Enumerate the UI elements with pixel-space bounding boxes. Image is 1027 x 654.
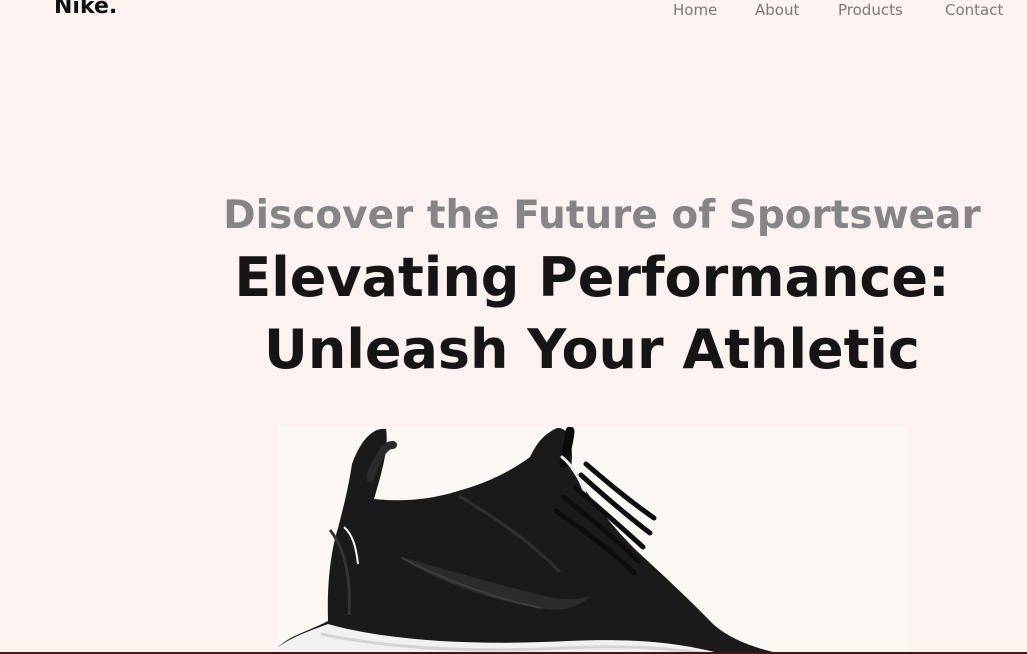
nav-link-about[interactable]: About	[755, 0, 799, 20]
hero-headline-line-2: Unleash Your Athletic	[264, 318, 920, 381]
hero-headline-line-1: Elevating Performance:	[234, 246, 950, 309]
hero-section: Discover the Future of Sportswear Elevat…	[150, 190, 1027, 386]
nav-link-home[interactable]: Home	[673, 0, 717, 20]
landing-page: Nike. Home About Products Contact Discov…	[0, 0, 1027, 654]
top-navigation: Home About Products Contact	[0, 0, 1027, 22]
nav-link-products[interactable]: Products	[838, 0, 903, 20]
hero-eyebrow: Discover the Future of Sportswear	[223, 193, 981, 238]
sneaker-image	[278, 427, 908, 654]
nav-link-contact[interactable]: Contact	[945, 0, 1003, 20]
hero-headline: Elevating Performance: Unleash Your Athl…	[150, 242, 1027, 386]
